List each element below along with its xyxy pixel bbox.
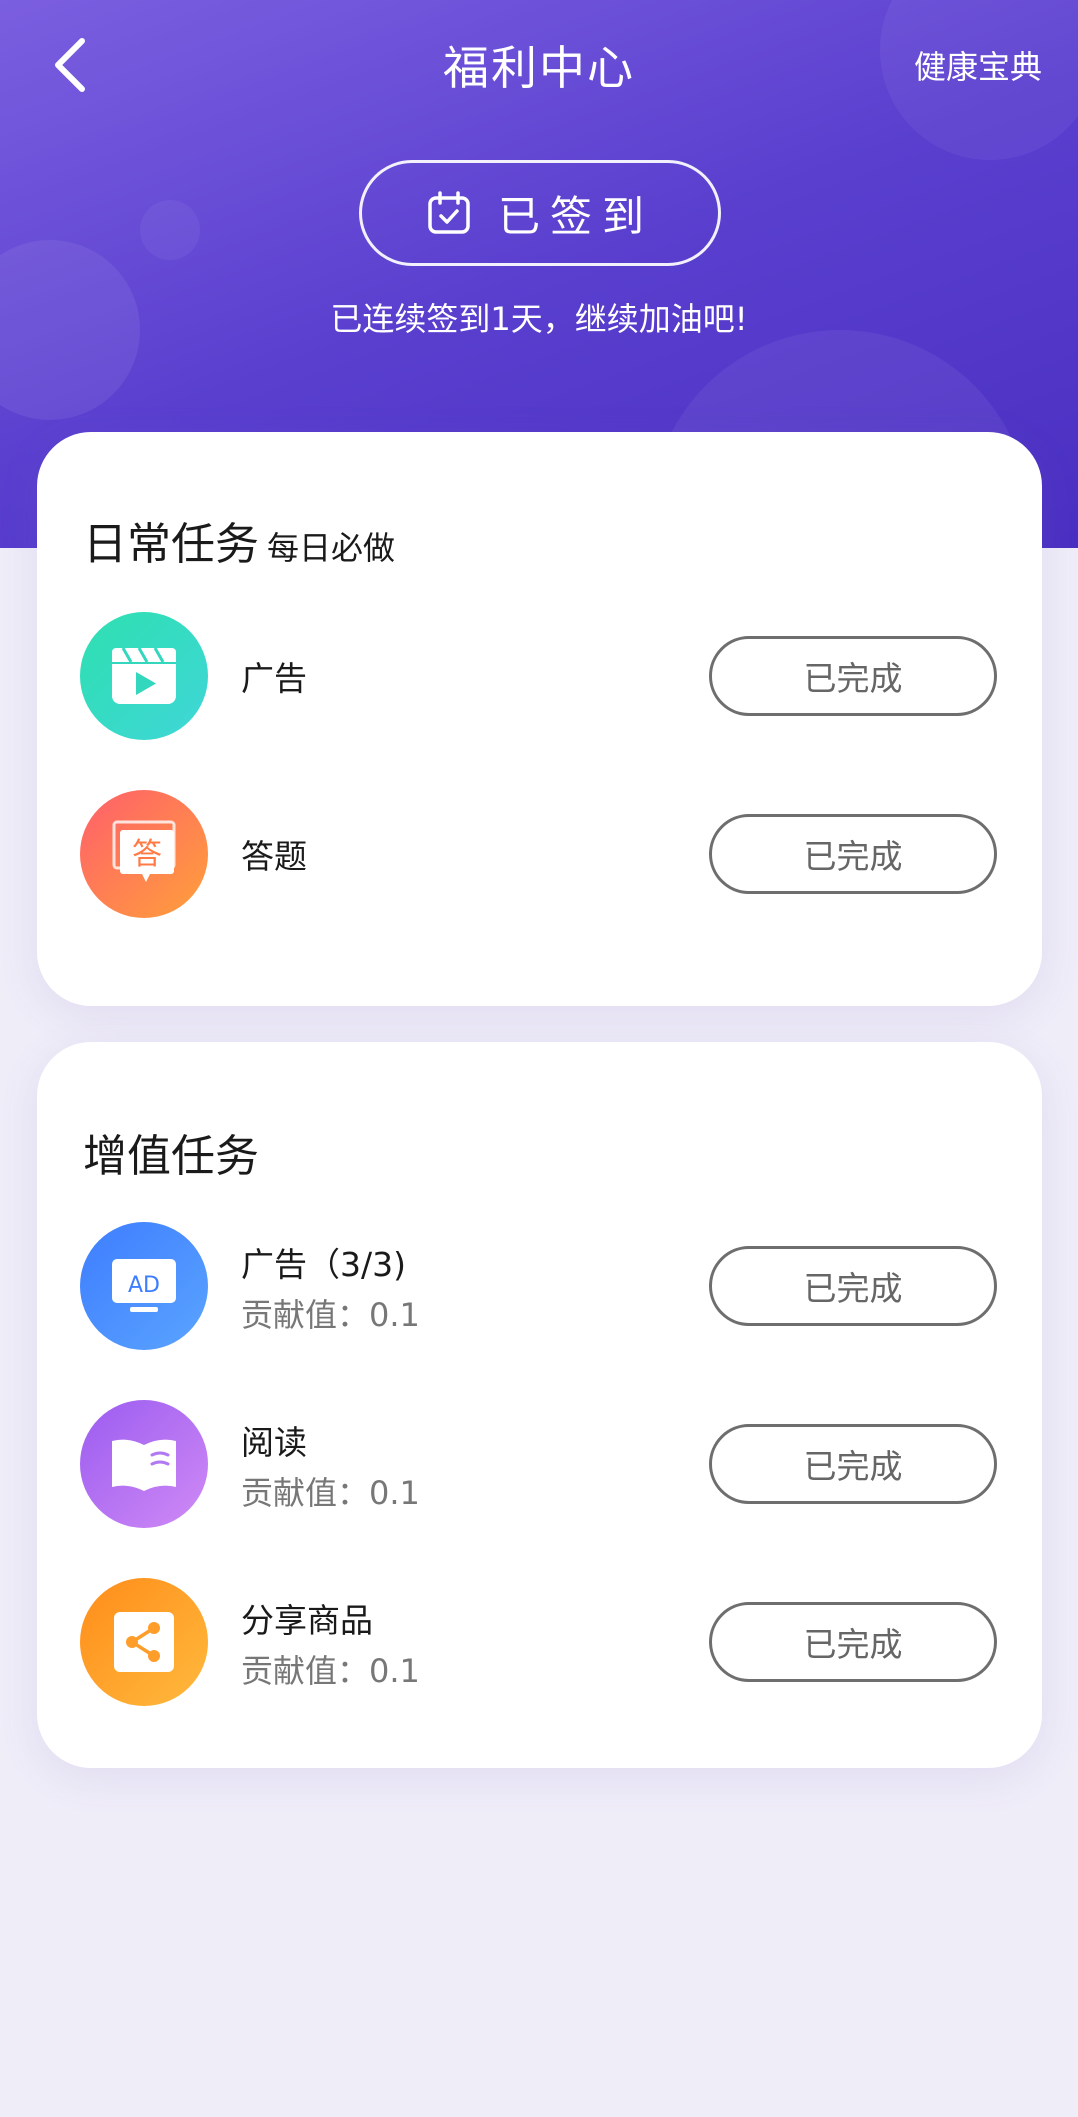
task-name: 阅读 xyxy=(241,1423,307,1462)
task-row: 广告 已完成 xyxy=(37,612,1042,742)
daily-title-text: 日常任务 xyxy=(83,519,259,570)
health-guide-link[interactable]: 健康宝典 xyxy=(914,42,1042,88)
task-done-button[interactable]: 已完成 xyxy=(709,1424,997,1504)
task-name: 答题 xyxy=(241,837,307,876)
task-row: AD 广告（3/3) 贡献值：0.1 已完成 xyxy=(37,1222,1042,1352)
task-row: 阅读 贡献值：0.1 已完成 xyxy=(37,1400,1042,1530)
share-icon xyxy=(80,1578,208,1706)
task-done-button[interactable]: 已完成 xyxy=(709,636,997,716)
task-name: 广告 xyxy=(241,659,307,698)
value-added-tasks-title: 增值任务 xyxy=(83,1131,259,1182)
video-icon xyxy=(80,612,208,740)
task-contribution: 贡献值：0.1 xyxy=(241,1474,420,1512)
checkin-label: 已签到 xyxy=(497,191,654,241)
daily-tasks-title: 日常任务 每日必做 xyxy=(83,508,395,572)
svg-text:答: 答 xyxy=(132,837,162,872)
value-added-tasks-card: 增值任务 AD 广告（3/3) 贡献值：0.1 已完成 阅读 贡献值：0.1 已… xyxy=(37,1042,1042,1768)
calendar-check-icon xyxy=(428,191,470,234)
task-done-button[interactable]: 已完成 xyxy=(709,1602,997,1682)
daily-tasks-subtitle: 每日必做 xyxy=(267,529,396,567)
svg-text:AD: AD xyxy=(128,1273,160,1298)
task-contribution: 贡献值：0.1 xyxy=(241,1652,420,1690)
task-name: 分享商品 xyxy=(241,1601,373,1640)
task-done-button[interactable]: 已完成 xyxy=(709,814,997,894)
task-done-button[interactable]: 已完成 xyxy=(709,1246,997,1326)
decor-bubble xyxy=(140,200,200,260)
task-contribution: 贡献值：0.1 xyxy=(241,1296,420,1334)
streak-text: 已连续签到1天，继续加油吧! xyxy=(330,300,748,338)
ad-tv-icon: AD xyxy=(80,1222,208,1350)
task-name: 广告（3/3) xyxy=(241,1245,406,1284)
task-row: 答 答题 已完成 xyxy=(37,790,1042,920)
task-row: 分享商品 贡献值：0.1 已完成 xyxy=(37,1578,1042,1708)
quiz-icon: 答 xyxy=(80,790,208,918)
book-icon xyxy=(80,1400,208,1528)
daily-tasks-card: 日常任务 每日必做 广告 已完成 答 答题 已完成 xyxy=(37,432,1042,1006)
checkin-button[interactable]: 已签到 xyxy=(359,160,721,266)
